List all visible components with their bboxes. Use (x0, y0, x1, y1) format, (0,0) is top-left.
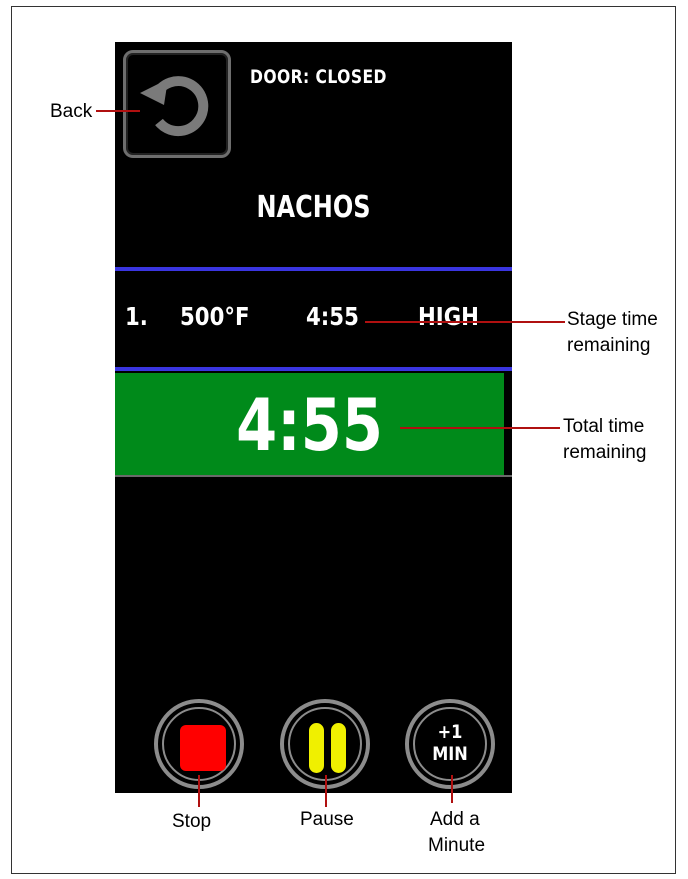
annotation-back: Back (50, 101, 93, 122)
pause-icon (309, 723, 324, 773)
stage-power-level: HIGH (418, 302, 479, 331)
add-minute-label-line1: +1 (437, 721, 463, 743)
door-status: DOOR: CLOSED (250, 66, 387, 88)
stage-number: 1. (125, 302, 148, 331)
stage-temperature: 500°F (180, 302, 250, 331)
stage-time-remaining: 4:55 (306, 302, 359, 331)
annotation-total-time-line2: remaining (563, 442, 647, 463)
annotation-stop: Stop (172, 811, 212, 832)
leader-stage-time (365, 321, 565, 323)
timer-divider (115, 475, 512, 477)
stage-divider-top (115, 267, 512, 271)
annotation-add-minute-line1: Add a (430, 809, 480, 830)
back-arrow-icon (140, 76, 209, 137)
recipe-title: NACHOS (256, 190, 371, 225)
leader-pause (325, 775, 327, 807)
add-minute-label-line2: MIN (432, 743, 468, 765)
annotation-pause: Pause (300, 809, 354, 830)
pause-button-ring (288, 707, 362, 781)
add-minute-label: +1 MIN (415, 721, 485, 765)
annotation-stage-time-line1: Stage time (567, 309, 658, 330)
total-time-remaining: 4:55 (236, 383, 383, 467)
pause-icon (331, 723, 346, 773)
annotation-add-minute-line2: Minute (428, 835, 486, 856)
stop-icon (180, 725, 226, 771)
add-minute-button[interactable]: +1 MIN (405, 699, 495, 789)
leader-add-minute (451, 775, 453, 803)
leader-total-time (400, 427, 560, 429)
stage-divider-bottom (115, 367, 512, 371)
leader-stop (198, 775, 200, 807)
back-button[interactable] (123, 50, 231, 158)
annotation-stage-time-line2: remaining (567, 335, 651, 356)
annotation-total-time-line1: Total time (563, 416, 645, 437)
leader-back (96, 110, 140, 112)
